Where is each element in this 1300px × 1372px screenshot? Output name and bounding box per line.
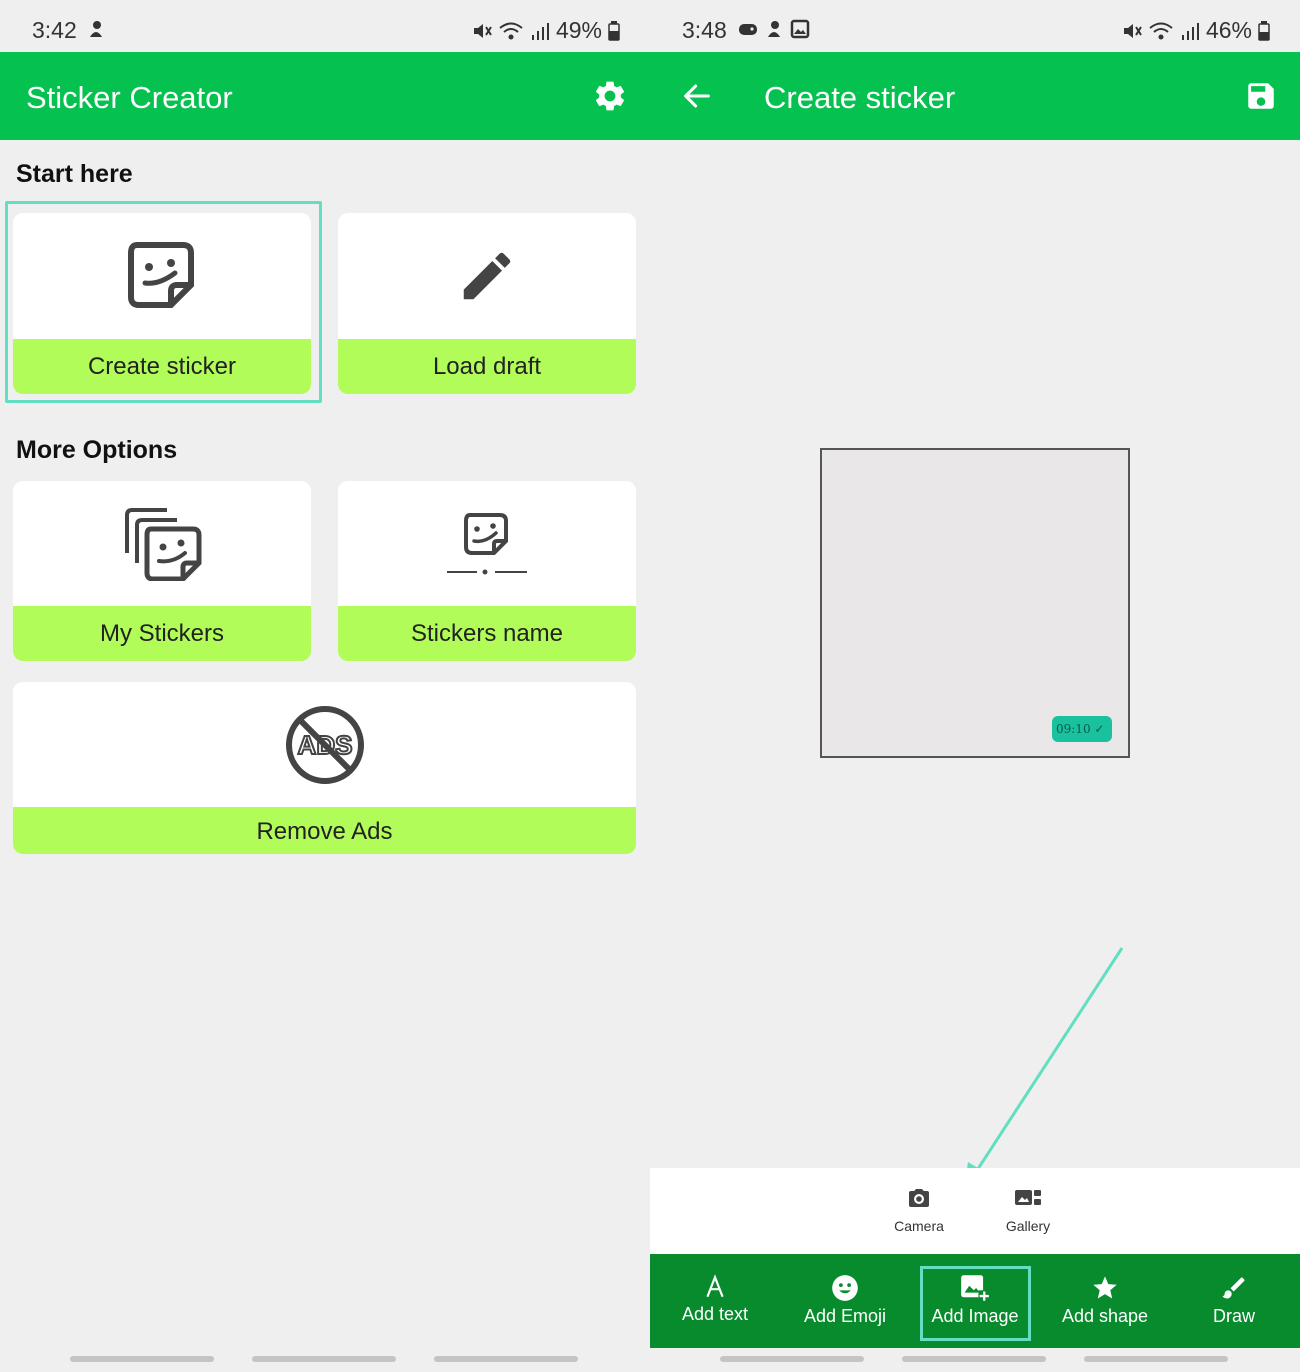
notification-icon	[768, 21, 780, 37]
annotation-arrow	[964, 947, 1124, 1190]
add-image-highlight	[920, 1266, 1031, 1341]
canvas-time-text: 09:10	[1056, 722, 1091, 736]
load-draft-card[interactable]: Load draft	[338, 213, 636, 394]
star-icon	[1093, 1276, 1117, 1299]
gallery-option[interactable]: Gallery	[988, 1186, 1068, 1234]
right-screen: 3:48 46% Create sticker 09:10 ✓ Camera G…	[650, 0, 1300, 1372]
battery-icon	[1258, 20, 1270, 41]
double-check-icon: ✓	[1094, 722, 1105, 736]
draw-label: Draw	[1212, 1306, 1255, 1326]
add-emoji-button[interactable]: Add Emoji	[780, 1254, 910, 1348]
remove-ads-card[interactable]: ADS Remove Ads	[13, 682, 636, 854]
status-time: 3:42	[32, 17, 77, 43]
status-right-icons: 49%	[472, 17, 620, 44]
battery-percent: 46%	[1205, 17, 1252, 43]
app-bar: Create sticker	[650, 52, 1300, 140]
remove-ads-label: Remove Ads	[13, 807, 636, 854]
status-bar: 3:42 49%	[0, 0, 650, 52]
status-notification-icons	[738, 19, 810, 39]
create-sticker-label: Create sticker	[13, 339, 311, 394]
status-bar: 3:48 46%	[650, 0, 1300, 52]
load-draft-label: Load draft	[338, 339, 636, 394]
status-right-icons: 46%	[1122, 17, 1270, 44]
sticker-canvas[interactable]: 09:10 ✓	[820, 448, 1130, 758]
nav-back[interactable]	[434, 1356, 578, 1362]
gallery-icon	[1015, 1190, 1041, 1205]
stickers-name-card[interactable]: Stickers name	[338, 481, 636, 661]
save-floppy-icon[interactable]	[1244, 79, 1278, 113]
wifi-icon	[1149, 22, 1173, 39]
left-screen: 3:42 49% Sticker Creator Start here Crea…	[0, 0, 650, 1372]
camera-label: Camera	[894, 1218, 944, 1234]
notification-icon	[90, 21, 102, 37]
add-text-label: Add text	[681, 1304, 749, 1324]
create-sticker-card[interactable]: Create sticker	[13, 213, 311, 394]
my-stickers-card[interactable]: My Stickers	[13, 481, 311, 661]
add-emoji-label: Add Emoji	[803, 1306, 887, 1326]
mute-icon	[1123, 23, 1142, 38]
signal-icon	[1181, 22, 1199, 40]
nav-recents[interactable]	[70, 1356, 214, 1362]
section-more-options: More Options	[16, 436, 178, 464]
status-time: 3:48	[682, 17, 727, 43]
app-title: Create sticker	[764, 80, 956, 115]
image-source-sheet: Camera Gallery	[650, 1168, 1300, 1254]
game-notification-icon	[739, 24, 757, 35]
signal-icon	[531, 22, 549, 40]
text-a-icon	[706, 1274, 724, 1298]
nav-home[interactable]	[252, 1356, 396, 1362]
draw-button[interactable]: Draw	[1169, 1254, 1299, 1348]
pencil-icon	[463, 252, 511, 300]
add-shape-button[interactable]: Add shape	[1040, 1254, 1170, 1348]
mute-icon	[473, 23, 492, 38]
settings-gear-icon[interactable]	[592, 78, 628, 114]
image-notification-icon	[790, 19, 810, 39]
add-text-button[interactable]: Add text	[650, 1254, 780, 1348]
back-arrow-icon[interactable]	[680, 79, 714, 113]
stickers-stack-icon	[125, 508, 202, 581]
add-shape-label: Add shape	[1061, 1306, 1149, 1326]
stickers-name-label: Stickers name	[338, 606, 636, 661]
gallery-label: Gallery	[1005, 1218, 1051, 1234]
emoji-icon	[832, 1275, 858, 1301]
wifi-icon	[499, 22, 523, 39]
my-stickers-label: My Stickers	[13, 606, 311, 661]
sticker-name-icon	[447, 513, 527, 575]
nav-home[interactable]	[902, 1356, 1046, 1362]
section-start-here: Start here	[16, 160, 133, 188]
battery-percent: 49%	[555, 17, 602, 43]
app-title: Sticker Creator	[26, 80, 233, 115]
no-ads-icon: ADS	[285, 706, 364, 784]
battery-icon	[608, 20, 620, 41]
canvas-time-badge: 09:10 ✓	[1052, 716, 1112, 742]
system-nav-bar	[650, 1356, 1300, 1366]
system-nav-bar	[0, 1356, 650, 1366]
nav-recents[interactable]	[720, 1356, 864, 1362]
status-notification-icons	[88, 19, 104, 39]
sticker-icon	[128, 242, 194, 308]
brush-icon	[1222, 1277, 1245, 1299]
nav-back[interactable]	[1084, 1356, 1228, 1362]
app-bar: Sticker Creator	[0, 52, 650, 140]
camera-icon	[909, 1189, 929, 1207]
bottom-toolbar: Add text Add Emoji Add Image Add shape D…	[650, 1254, 1300, 1348]
camera-option[interactable]: Camera	[879, 1186, 959, 1234]
